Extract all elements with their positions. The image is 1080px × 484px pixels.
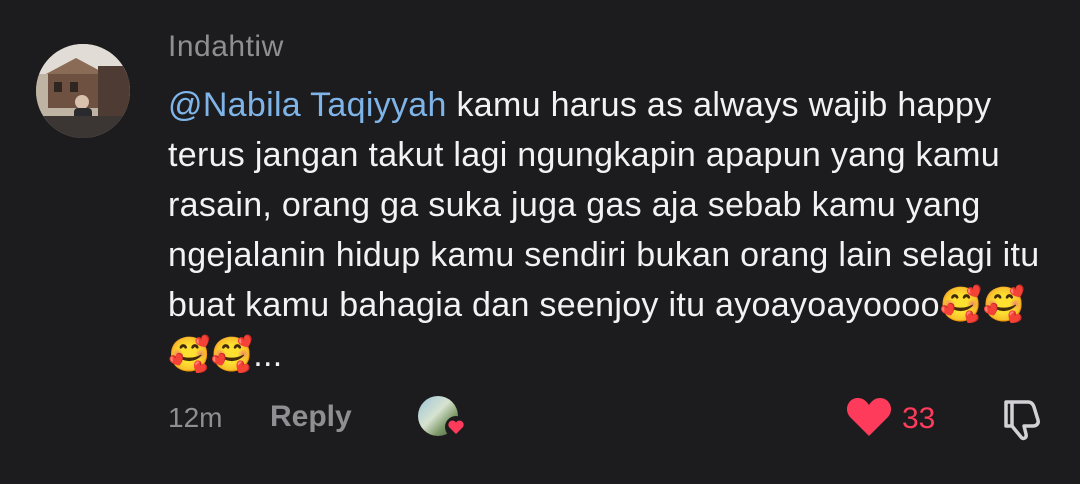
comment-text: @Nabila Taqiyyah kamu harus as always wa… — [168, 80, 1048, 380]
comment-item: Indahtiw @Nabila Taqiyyah kamu harus as … — [0, 0, 1080, 484]
comment-body: kamu harus as always wajib happy terus j… — [168, 86, 1040, 374]
avatar-photo — [36, 44, 130, 138]
mention-link[interactable]: @Nabila Taqiyyah — [168, 86, 447, 124]
user-avatar[interactable] — [36, 44, 130, 138]
reply-button[interactable]: Reply — [270, 400, 352, 434]
like-count: 33 — [902, 402, 936, 435]
heart-icon[interactable] — [846, 396, 892, 438]
comment-username[interactable]: Indahtiw — [168, 30, 284, 64]
thumbs-down-icon[interactable] — [998, 396, 1044, 442]
creator-heart-icon — [445, 416, 467, 438]
comment-timestamp: 12m — [168, 402, 223, 433]
comment-actions: 12m Reply 33 — [168, 394, 1048, 442]
